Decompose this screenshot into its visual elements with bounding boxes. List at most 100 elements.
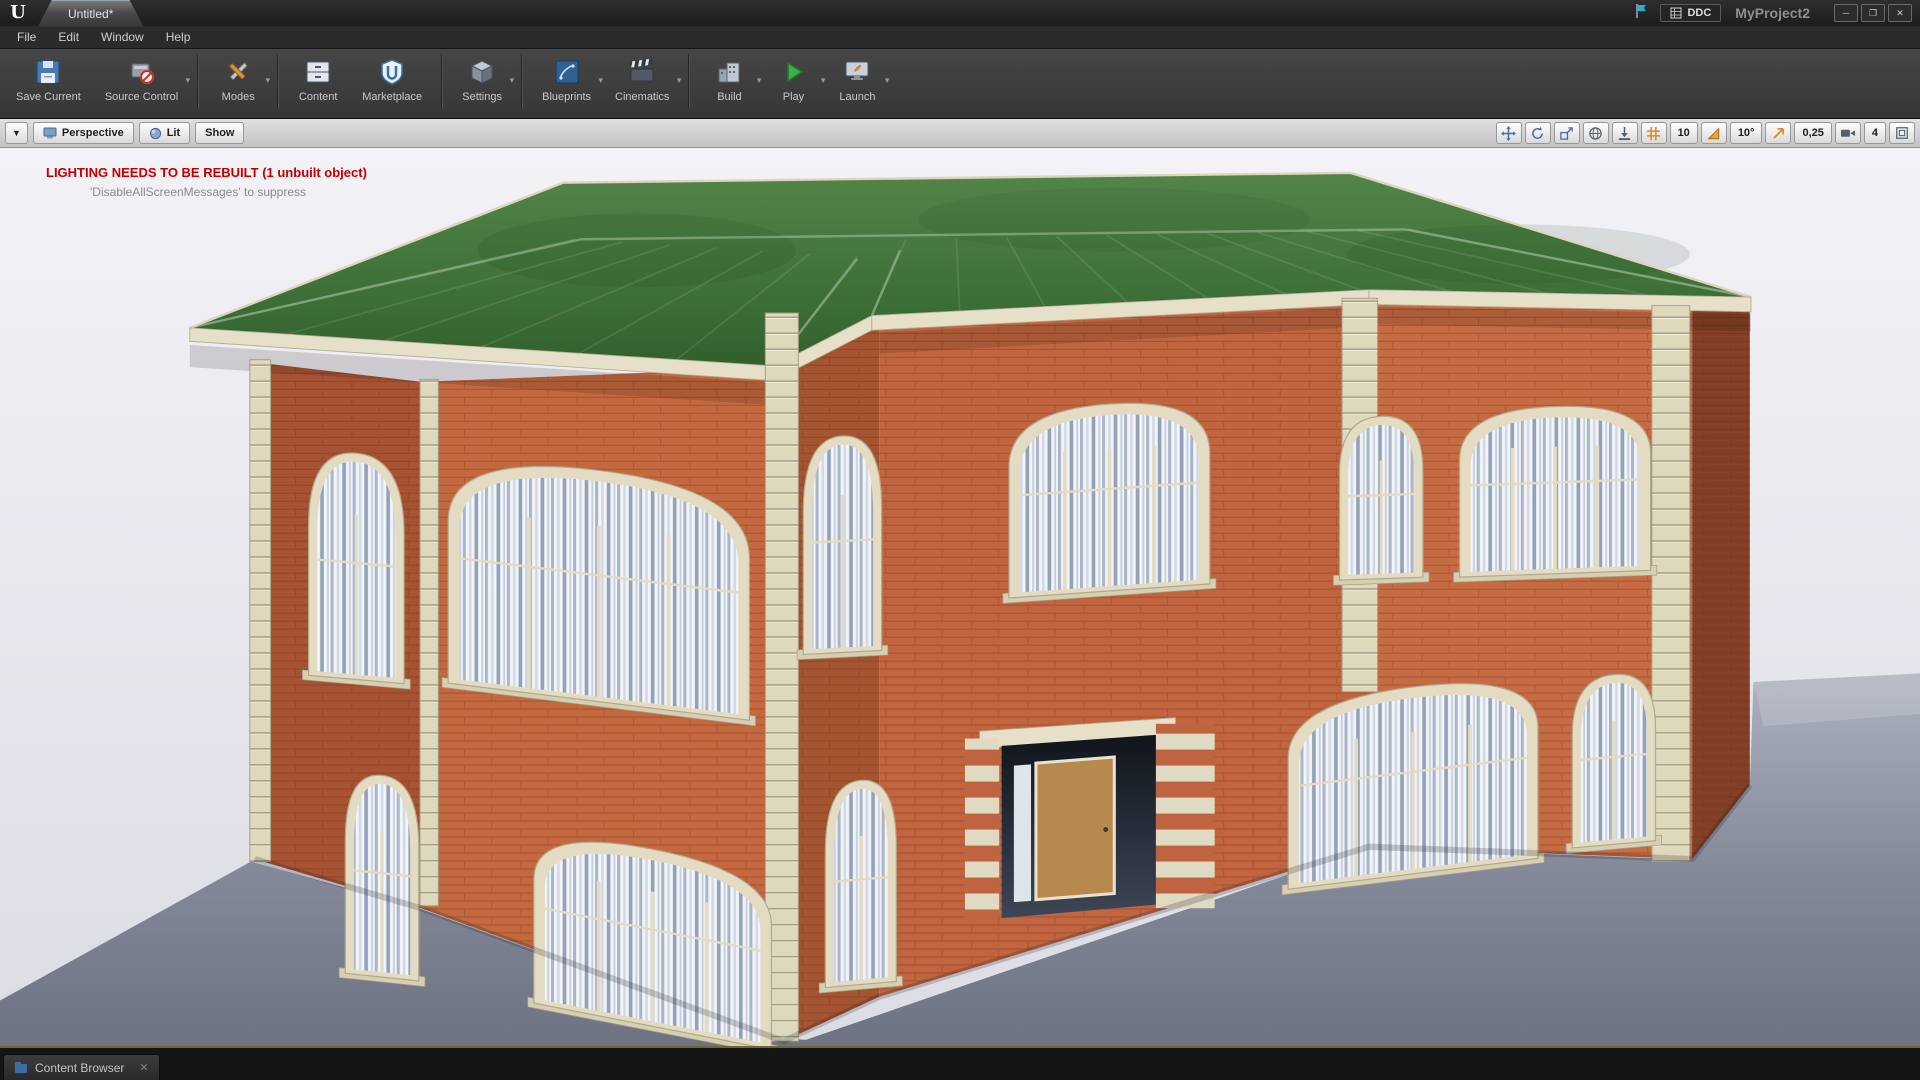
launch-button[interactable]: Launch ▾ xyxy=(825,53,889,105)
chevron-down-icon[interactable]: ▾ xyxy=(186,75,191,86)
level-viewport[interactable]: ▼ Perspective Lit Show 10 10° 0,25 4 LIG… xyxy=(0,119,1920,1048)
entrance-door xyxy=(964,717,1215,919)
maximize-viewport-button[interactable] xyxy=(1889,122,1915,144)
menu-file[interactable]: File xyxy=(6,28,47,46)
viewport-3d-scene[interactable] xyxy=(0,147,1920,1046)
toolbar-separator xyxy=(197,55,200,109)
minimize-button[interactable]: ─ xyxy=(1834,4,1858,22)
modes-label: Modes xyxy=(221,91,255,103)
toolbar-group-blueprints: Blueprints ▾ Cinematics ▾ xyxy=(530,53,681,105)
menu-edit[interactable]: Edit xyxy=(47,28,90,46)
lighting-warning-suppress-text: 'DisableAllScreenMessages' to suppress xyxy=(90,185,307,199)
scale-tool-button[interactable] xyxy=(1553,122,1580,144)
marketplace-button[interactable]: Marketplace xyxy=(350,53,434,105)
content-browser-icon xyxy=(303,56,333,88)
unreal-logo-icon: U xyxy=(10,2,26,23)
toolbar-group-modes: Modes ▾ xyxy=(206,53,270,105)
grid-snap-value: 10 xyxy=(1677,127,1690,139)
ddc-label: DDC xyxy=(1687,7,1712,19)
chevron-down-icon: ▼ xyxy=(12,128,21,138)
camera-mode-button[interactable]: Perspective xyxy=(32,122,134,144)
move-icon xyxy=(1501,125,1517,141)
source-control-button[interactable]: Source Control ▾ xyxy=(93,53,190,105)
show-menu-label: Show xyxy=(205,127,235,139)
settings-button[interactable]: Settings ▾ xyxy=(450,53,514,105)
lit-sphere-icon xyxy=(149,127,161,139)
settings-icon xyxy=(467,56,497,88)
play-icon xyxy=(778,56,808,88)
build-icon xyxy=(714,56,744,88)
grid-snap-value-button[interactable]: 10 xyxy=(1669,122,1698,144)
cinematics-button[interactable]: Cinematics ▾ xyxy=(603,53,681,105)
scale-snap-value-button[interactable]: 0,25 xyxy=(1794,122,1832,144)
toolbar-group-play: Build ▾ Play ▾ Launch ▾ xyxy=(697,53,889,105)
content-label: Content xyxy=(298,91,338,103)
content-browser-close-icon[interactable]: ✕ xyxy=(139,1061,148,1074)
grid-snap-toggle[interactable] xyxy=(1640,122,1667,144)
flag-icon[interactable] xyxy=(1634,3,1650,24)
rotate-tool-button[interactable] xyxy=(1524,122,1551,144)
view-mode-button[interactable]: Lit xyxy=(138,122,191,144)
unreal-editor-window: U Untitled* DDC MyProject2 ─ ❐ ✕ File Ed… xyxy=(0,0,1920,1080)
coordinate-system-button[interactable] xyxy=(1582,122,1609,144)
viewport-options-button[interactable]: ▼ xyxy=(5,122,28,144)
chevron-down-icon[interactable]: ▾ xyxy=(510,75,515,86)
surface-snap-icon xyxy=(1618,126,1631,140)
menu-window[interactable]: Window xyxy=(90,28,155,46)
chevron-down-icon[interactable]: ▾ xyxy=(266,75,271,86)
ddc-grid-icon xyxy=(1670,7,1682,19)
rotation-snap-value-button[interactable]: 10° xyxy=(1729,122,1763,144)
camera-speed-value-button[interactable]: 4 xyxy=(1863,122,1886,144)
marketplace-icon xyxy=(377,56,407,88)
rotate-icon xyxy=(1532,126,1543,139)
scale-snap-toggle[interactable] xyxy=(1765,122,1792,144)
settings-label: Settings xyxy=(462,91,502,103)
save-current-label: Save Current xyxy=(16,91,81,103)
blueprints-button[interactable]: Blueprints ▾ xyxy=(530,53,603,105)
save-icon xyxy=(33,56,63,88)
rotation-snap-value: 10° xyxy=(1737,127,1755,139)
toolbar-separator xyxy=(688,55,691,109)
cinematics-label: Cinematics xyxy=(615,91,670,103)
build-button[interactable]: Build ▾ xyxy=(697,53,761,105)
menu-help[interactable]: Help xyxy=(155,28,202,46)
modes-icon xyxy=(223,56,253,88)
close-button[interactable]: ✕ xyxy=(1888,4,1912,22)
viewport-scene-area[interactable] xyxy=(0,147,1920,1046)
project-name: MyProject2 xyxy=(1735,5,1810,21)
chevron-down-icon[interactable]: ▾ xyxy=(677,75,682,86)
ddc-button[interactable]: DDC xyxy=(1660,4,1722,22)
rotation-snap-toggle[interactable] xyxy=(1700,122,1727,144)
surface-snap-button[interactable] xyxy=(1611,122,1638,144)
scale-icon xyxy=(1560,126,1573,140)
content-browser-tab-icon xyxy=(15,1062,27,1073)
bottom-bar: Content Browser ✕ xyxy=(0,1048,1920,1080)
world-icon xyxy=(1589,126,1602,140)
perspective-icon xyxy=(43,127,57,139)
camera-mode-label: Perspective xyxy=(61,127,124,139)
title-bar: U Untitled* DDC MyProject2 ─ ❐ ✕ xyxy=(0,0,1920,26)
content-browser-tab[interactable]: Content Browser ✕ xyxy=(3,1054,160,1080)
toolbar-separator xyxy=(521,55,524,109)
cinematics-icon xyxy=(627,56,657,88)
restore-button[interactable]: ❐ xyxy=(1861,4,1885,22)
play-button[interactable]: Play ▾ xyxy=(761,53,825,105)
toolbar-group-settings: Settings ▾ xyxy=(450,53,514,105)
content-button[interactable]: Content xyxy=(286,53,350,105)
play-label: Play xyxy=(782,91,805,103)
launch-icon xyxy=(842,56,872,88)
modes-button[interactable]: Modes ▾ xyxy=(206,53,270,105)
chevron-down-icon[interactable]: ▾ xyxy=(885,75,890,86)
camera-speed-button[interactable] xyxy=(1834,122,1861,144)
save-current-button[interactable]: Save Current xyxy=(4,53,93,105)
blueprints-label: Blueprints xyxy=(542,91,592,103)
menu-bar: File Edit Window Help xyxy=(0,26,1920,49)
view-mode-label: Lit xyxy=(166,127,181,139)
level-tab-label: Untitled* xyxy=(68,6,114,21)
level-tab[interactable]: Untitled* xyxy=(38,0,143,27)
launch-label: Launch xyxy=(839,91,876,103)
move-tool-button[interactable] xyxy=(1495,122,1522,144)
show-menu-button[interactable]: Show xyxy=(195,122,245,144)
main-toolbar: Save Current Source Control ▾ Modes ▾ Co… xyxy=(0,49,1920,119)
scale-snap-value: 0,25 xyxy=(1802,127,1824,139)
